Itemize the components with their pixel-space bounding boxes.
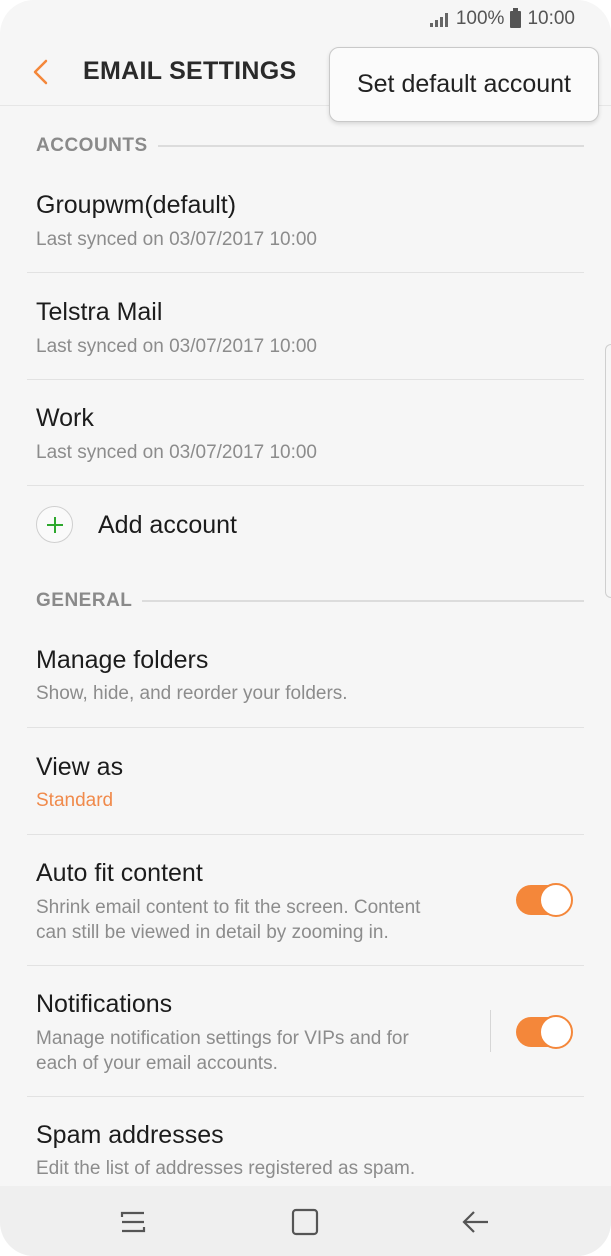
recent-apps-button[interactable] [113, 1202, 153, 1242]
set-default-account-menu-item[interactable]: Set default account [330, 48, 598, 121]
row-subtitle: Edit the list of addresses registered as… [36, 1158, 416, 1179]
account-row-groupwm[interactable]: Groupwm(default) Last synced on 03/07/20… [0, 175, 611, 272]
add-account-label: Add account [98, 511, 237, 539]
view-as-value: Standard [36, 790, 114, 811]
row-subtitle-line2: each of your email accounts. [36, 1053, 278, 1074]
home-icon [291, 1208, 319, 1236]
recent-apps-icon [120, 1211, 146, 1233]
home-button[interactable] [285, 1202, 325, 1242]
navigation-bar [0, 1186, 611, 1256]
battery-percentage: 100% [455, 8, 505, 29]
back-button[interactable] [26, 52, 56, 92]
account-sync-status: Last synced on 03/07/2017 10:00 [36, 336, 318, 357]
view-as-row[interactable]: View as Standard [0, 737, 611, 834]
general-section-header: GENERAL [36, 586, 584, 616]
row-title: Notifications [36, 990, 173, 1018]
divider [27, 965, 584, 966]
account-name: Telstra Mail [36, 298, 163, 326]
section-label: GENERAL [36, 590, 133, 611]
phone-screen: 100% 10:00 EMAIL SETTINGS ACCOUNTS Group… [0, 0, 611, 1256]
status-indicators: 100% 10:00 [429, 7, 575, 30]
account-sync-status: Last synced on 03/07/2017 10:00 [36, 229, 318, 250]
account-name: Work [36, 404, 94, 432]
account-name: Groupwm(default) [36, 191, 237, 219]
row-subtitle: Show, hide, and reorder your folders. [36, 683, 348, 704]
battery-icon [510, 7, 522, 28]
row-subtitle-line1: Manage notification settings for VIPs an… [36, 1028, 409, 1049]
divider [27, 379, 584, 380]
toggle-knob [539, 883, 573, 917]
accounts-section-header: ACCOUNTS [36, 131, 584, 161]
divider [27, 834, 584, 835]
spam-addresses-row[interactable]: Spam addresses Edit the list of addresse… [0, 1105, 611, 1185]
account-row-work[interactable]: Work Last synced on 03/07/2017 10:00 [0, 388, 611, 485]
edge-panel-handle[interactable] [605, 344, 611, 598]
clock: 10:00 [527, 8, 575, 29]
row-title: Manage folders [36, 646, 209, 674]
back-arrow-icon [462, 1211, 488, 1233]
page-title: EMAIL SETTINGS [83, 57, 297, 85]
vertical-separator [490, 1010, 491, 1052]
account-sync-status: Last synced on 03/07/2017 10:00 [36, 442, 318, 463]
auto-fit-toggle[interactable] [516, 883, 573, 917]
row-subtitle-line1: Shrink email content to fit the screen. … [36, 897, 421, 918]
manage-folders-row[interactable]: Manage folders Show, hide, and reorder y… [0, 630, 611, 727]
section-divider [142, 600, 584, 602]
notifications-toggle[interactable] [516, 1015, 573, 1049]
signal-icon [429, 12, 448, 27]
section-label: ACCOUNTS [36, 135, 148, 156]
auto-fit-content-row[interactable]: Auto fit content Shrink email content to… [0, 843, 611, 965]
divider [27, 272, 584, 273]
row-title: Auto fit content [36, 859, 203, 887]
section-divider [157, 145, 584, 147]
row-subtitle-line2: can still be viewed in detail by zooming… [36, 922, 389, 943]
status-bar: 100% 10:00 [0, 0, 611, 38]
row-title: Spam addresses [36, 1121, 224, 1149]
divider [27, 1096, 584, 1097]
overflow-popup-menu: Set default account [329, 47, 599, 122]
divider [27, 727, 584, 728]
row-title: View as [36, 753, 124, 781]
plus-icon [36, 506, 73, 543]
notifications-row[interactable]: Notifications Manage notification settin… [0, 974, 611, 1096]
toggle-knob [539, 1015, 573, 1049]
nav-back-button[interactable] [456, 1202, 496, 1242]
account-row-telstra[interactable]: Telstra Mail Last synced on 03/07/2017 1… [0, 282, 611, 379]
chevron-left-icon [33, 59, 48, 85]
add-account-button[interactable]: Add account [0, 486, 611, 564]
